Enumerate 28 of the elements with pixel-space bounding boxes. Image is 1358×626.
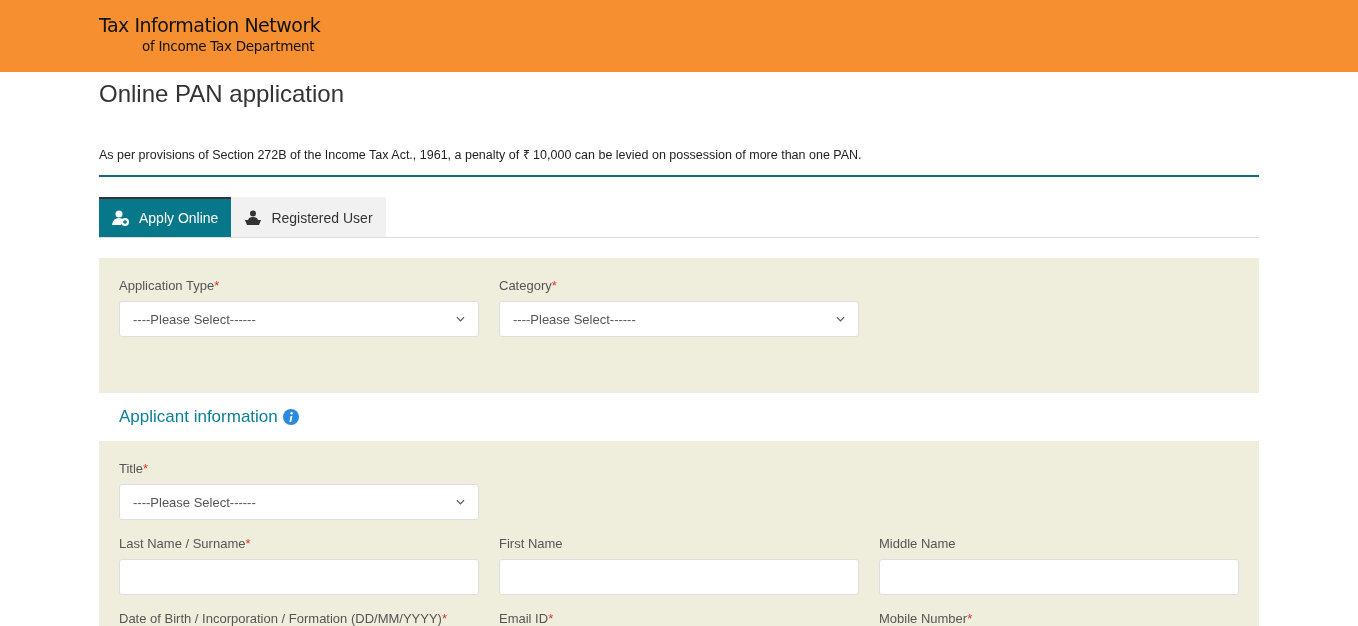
chevron-down-icon	[456, 316, 465, 322]
person-at-desk-icon	[244, 210, 263, 226]
field-label: Title*	[119, 461, 150, 476]
field-label: Middle Name	[879, 536, 957, 551]
section-title: Applicant information	[119, 407, 278, 427]
field-label: Last Name / Surname*	[119, 536, 252, 551]
page-title: Online PAN application	[99, 80, 346, 108]
info-icon[interactable]	[282, 409, 299, 425]
field-label: Mobile Number*	[879, 611, 974, 626]
select-field[interactable]: ----Please Select------	[119, 484, 479, 520]
field-label: Category*	[499, 278, 558, 293]
tab[interactable]: Apply Online	[99, 197, 232, 237]
tab[interactable]: Registered User	[231, 197, 386, 237]
field-label: Date of Birth / Incorporation / Formation (DD/MM/YYYY)*	[119, 611, 448, 626]
field-label: Email ID*	[499, 611, 555, 626]
person-plus-icon	[112, 210, 130, 226]
chevron-down-icon	[836, 316, 845, 322]
penalty-notice: As per provisions of Section 272B of the Income Tax Act., 1961, a penalty of ₹ 10,000 can be levied on possession of more than one PAN.	[99, 146, 1259, 177]
select-field[interactable]: ----Please Select------	[119, 301, 479, 337]
input-field[interactable]	[499, 559, 859, 595]
field-label: First Name	[499, 536, 564, 551]
field-label: Application Type*	[119, 278, 221, 293]
select-field[interactable]: ----Please Select------	[499, 301, 859, 337]
input-field[interactable]	[879, 559, 1239, 595]
chevron-down-icon	[456, 499, 465, 505]
input-field[interactable]	[119, 559, 479, 595]
site-title: Tax Information Network	[99, 14, 321, 36]
site-subtitle: of Income Tax Department	[142, 38, 315, 54]
